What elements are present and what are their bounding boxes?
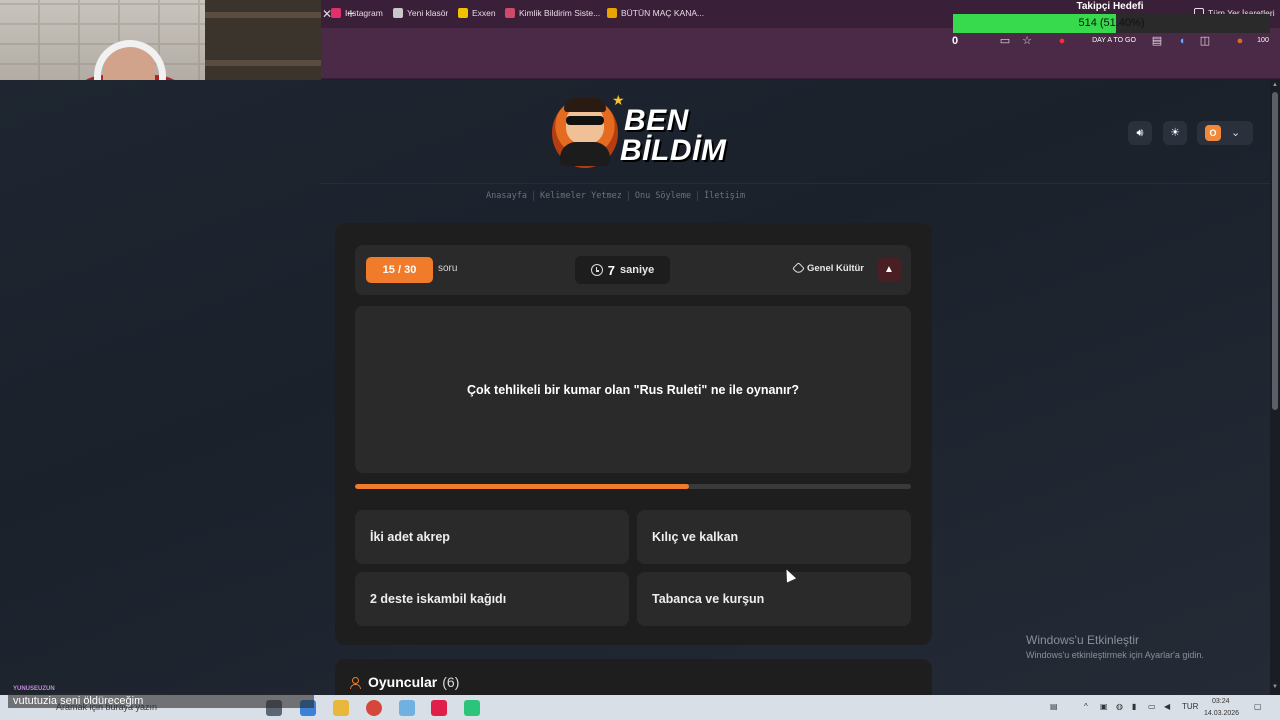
jp-icon: [607, 8, 617, 18]
extension-icon[interactable]: ●: [1055, 34, 1069, 48]
bookmark-exxen[interactable]: Exxen: [458, 6, 496, 20]
scroll-up-icon[interactable]: ▲: [1272, 82, 1278, 88]
users-icon: [350, 676, 363, 689]
brand-logo[interactable]: ★ BEN BİLDİM: [550, 90, 726, 176]
extensions-puzzle-icon[interactable]: ◫: [1198, 34, 1212, 48]
avatar: O: [1205, 125, 1221, 141]
players-label: Oyuncular: [368, 674, 438, 690]
answer-option-d[interactable]: Tabanca ve kurşun: [637, 572, 911, 626]
question-box: Çok tehlikeli bir kumar olan "Rus Ruleti…: [355, 306, 911, 473]
link-icon: [505, 8, 515, 18]
time-progress-fill: [355, 484, 689, 489]
user-menu-button[interactable]: O ⌄: [1197, 121, 1253, 145]
volume-icon[interactable]: ◀: [1164, 702, 1170, 711]
app-icon[interactable]: [464, 700, 480, 716]
chrome-icon[interactable]: [366, 700, 382, 716]
nav-home[interactable]: Anasayfa: [480, 188, 533, 204]
main-nav: Anasayfa Kelimeler Yetmez Onu Söyleme İl…: [480, 188, 780, 204]
tray-app-icon[interactable]: ▣: [1100, 702, 1108, 711]
answer-option-a[interactable]: İki adet akrep: [355, 510, 629, 564]
question-text: Çok tehlikeli bir kumar olan "Rus Ruleti…: [466, 382, 800, 397]
chat-username: YUNUSEUZUN: [13, 686, 55, 692]
extension-icon[interactable]: ◖: [1175, 34, 1189, 48]
brand-title-line2: BİLDİM: [620, 134, 727, 167]
clock-icon: [590, 264, 603, 276]
bookmark-instagram[interactable]: Instagram: [331, 6, 383, 20]
page-scrollbar[interactable]: [1270, 80, 1280, 695]
bookmarks-bar: [321, 55, 1280, 79]
goal-progress-text: 514 (51.40%): [1078, 17, 1145, 29]
question-word-label: soru: [438, 263, 458, 274]
taskbar-time[interactable]: 03:24: [1212, 698, 1230, 705]
nav-onu-soyleme[interactable]: Onu Söyleme: [629, 188, 697, 204]
exxen-icon: [458, 8, 468, 18]
network-icon[interactable]: ◍: [1116, 702, 1123, 711]
tray-chevron-icon[interactable]: ^: [1084, 702, 1088, 711]
star-icon: ★: [612, 92, 625, 108]
warning-icon: ▲: [884, 264, 894, 275]
category-label: Genel Kültür: [792, 262, 864, 275]
timer-value: 7: [607, 262, 615, 278]
timer-unit: saniye: [619, 264, 655, 276]
goal-counter: 0: [952, 35, 959, 47]
chevron-down-icon: ⌄: [1231, 127, 1241, 139]
profile-avatar-icon[interactable]: ●: [1233, 34, 1247, 48]
display-icon[interactable]: ▭: [1148, 702, 1156, 711]
bookmark-folder[interactable]: Yeni klasör: [393, 6, 448, 20]
scroll-down-icon[interactable]: ▼: [1272, 684, 1278, 690]
players-count: (6): [442, 674, 460, 690]
brand-title-line1: BEN: [624, 104, 689, 137]
sun-icon: ☀: [1170, 127, 1180, 139]
tag-icon: [792, 262, 805, 275]
app-icon[interactable]: [431, 700, 447, 716]
bookmark-star-icon[interactable]: ☆: [1020, 34, 1034, 48]
scroll-thumb[interactable]: [1272, 92, 1278, 410]
sound-toggle-button[interactable]: 🔊︎: [1128, 121, 1152, 145]
taskbar-date[interactable]: 14.03.2026: [1204, 710, 1239, 717]
cast-icon[interactable]: ▭: [998, 34, 1012, 48]
countdown-timer: 7 saniye: [575, 256, 670, 284]
windows-activation-subtitle: Windows'u etkinleştirmek için Ayarlar'a …: [1026, 650, 1204, 660]
instagram-icon: [331, 8, 341, 18]
file-explorer-icon[interactable]: [333, 700, 349, 716]
goal-progress-bar: 514 (51.40%): [953, 14, 1270, 33]
question-progress-badge: 15 / 30: [366, 257, 433, 283]
windows-activation-title: Windows'u Etkinleştir: [1026, 633, 1139, 647]
chat-message: vututuzia seni öldüreceğim: [13, 695, 144, 707]
extension-icon[interactable]: ▤: [1150, 34, 1164, 48]
app-icon[interactable]: [399, 700, 415, 716]
nav-iletisim[interactable]: İletişim: [698, 188, 751, 204]
keyboard-icon[interactable]: ▤: [1050, 702, 1058, 711]
answer-option-c[interactable]: 2 deste iskambil kağıdı: [355, 572, 629, 626]
answer-option-b[interactable]: Kılıç ve kalkan: [637, 510, 911, 564]
speaker-icon: 🔊︎: [1136, 127, 1144, 139]
report-button[interactable]: ▲: [877, 258, 901, 282]
goal-title: Takipçi Hedefi: [1076, 1, 1144, 12]
bookmark-kimlik[interactable]: Kimlik Bildirim Siste...: [505, 6, 600, 20]
players-header: Oyuncular (6): [350, 674, 459, 690]
folder-icon: [393, 8, 403, 18]
theme-toggle-button[interactable]: ☀: [1163, 121, 1187, 145]
extension-badge[interactable]: DAY A TO GO: [1090, 34, 1138, 48]
notification-icon[interactable]: ▢: [1254, 702, 1262, 711]
zoom-level: 100: [1257, 37, 1269, 44]
bookmark-mac-kanal[interactable]: BÜTÜN MAÇ KANA...: [607, 6, 704, 20]
language-indicator[interactable]: TUR: [1182, 702, 1198, 711]
microphone-icon[interactable]: ▮: [1132, 702, 1136, 711]
nav-kelimeler-yetmez[interactable]: Kelimeler Yetmez: [534, 188, 628, 204]
time-progress-bar: [355, 484, 911, 489]
